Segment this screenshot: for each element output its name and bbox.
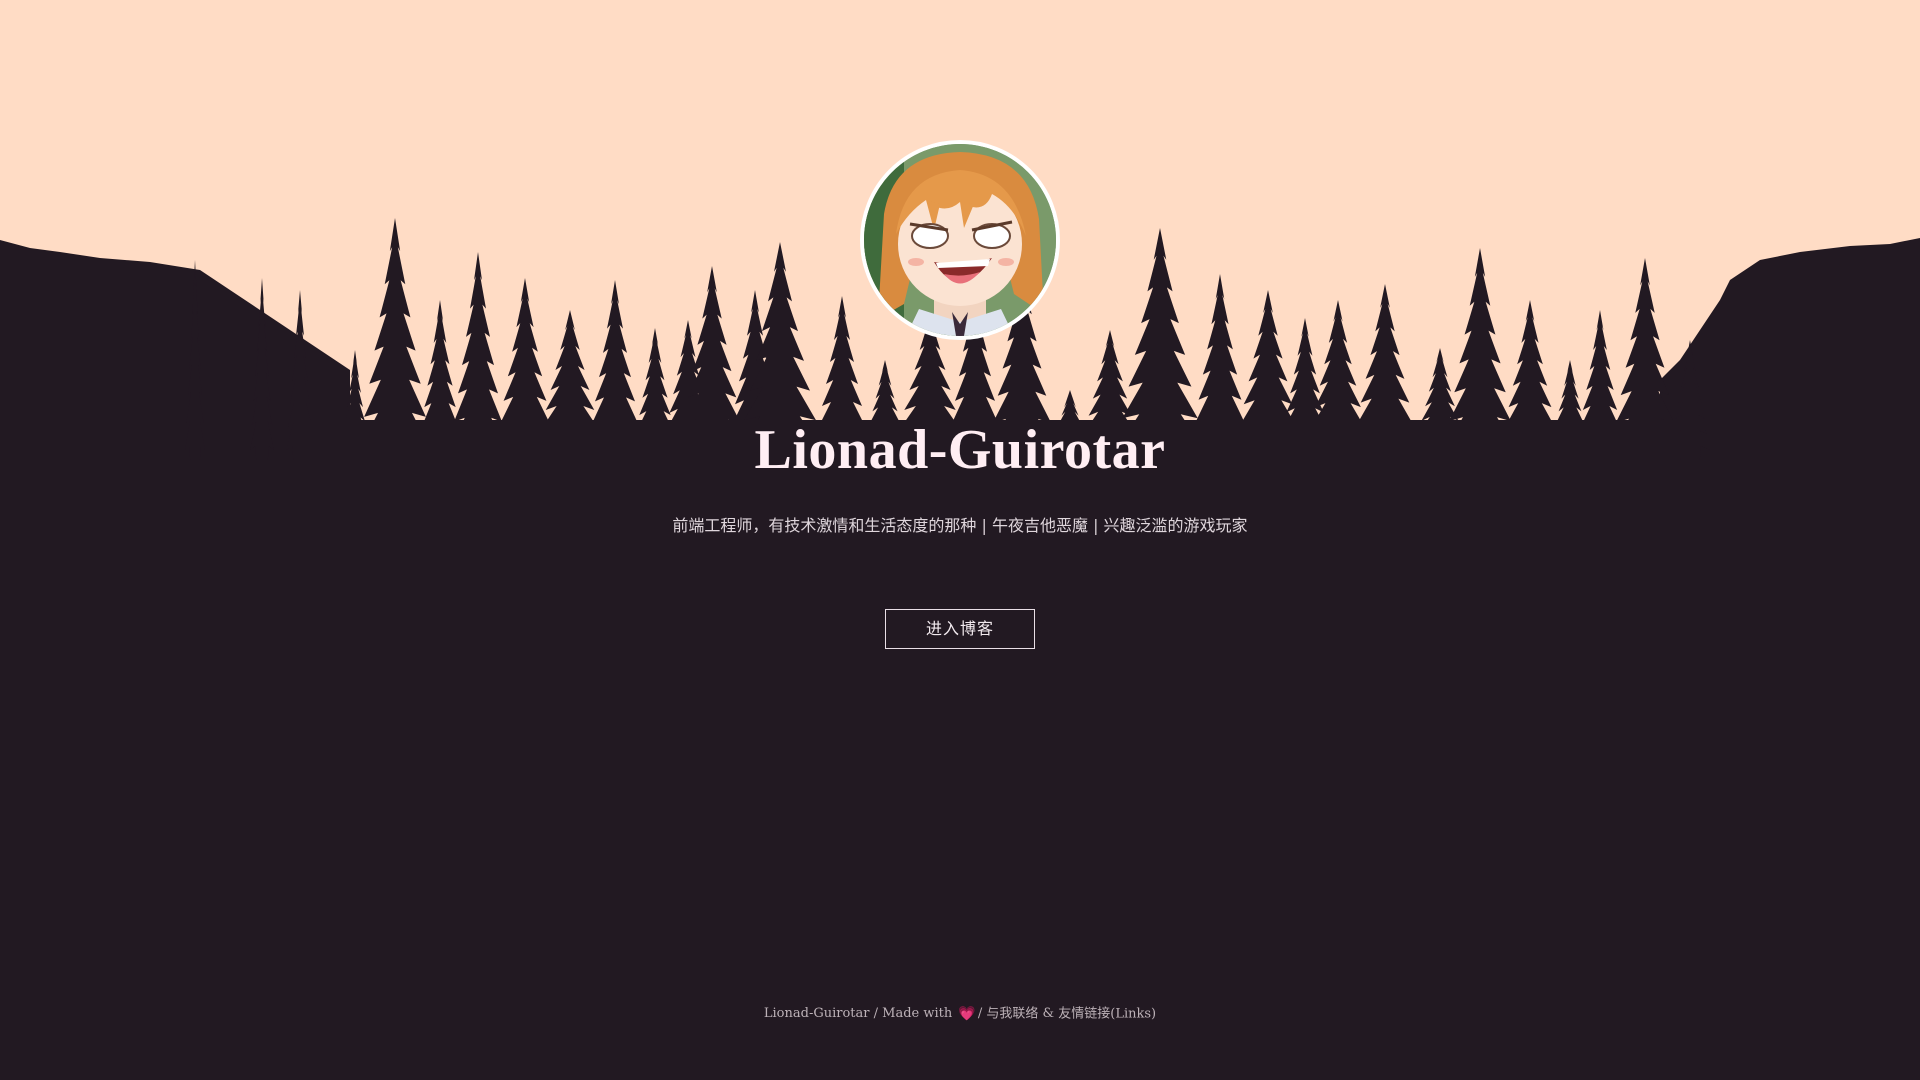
anime-girl-avatar-icon bbox=[864, 144, 1056, 336]
tagline: 前端工程师，有技术激情和生活态度的那种 | 午夜吉他恶魔 | 兴趣泛滥的游戏玩家 bbox=[672, 516, 1248, 535]
friend-links-link[interactable]: 友情链接(Links) bbox=[1058, 1007, 1156, 1022]
ground-background bbox=[0, 460, 1920, 1080]
footer-separator: / bbox=[977, 1006, 983, 1021]
enter-blog-button[interactable]: 进入博客 bbox=[885, 609, 1035, 649]
avatar[interactable] bbox=[860, 140, 1060, 340]
footer: Lionad-Guirotar / Made with 💗 / 与我联络 & 友情… bbox=[0, 1004, 1920, 1025]
footer-author: Lionad-Guirotar bbox=[763, 1006, 870, 1021]
footer-separator: / bbox=[873, 1006, 879, 1021]
contact-link[interactable]: 与我联络 bbox=[986, 1007, 1038, 1022]
footer-made-with: Made with bbox=[882, 1006, 953, 1021]
site-title: Lionad-Guirotar bbox=[754, 419, 1166, 481]
footer-ampersand: & bbox=[1042, 1006, 1055, 1021]
heart-icon: 💗 bbox=[958, 1006, 976, 1022]
